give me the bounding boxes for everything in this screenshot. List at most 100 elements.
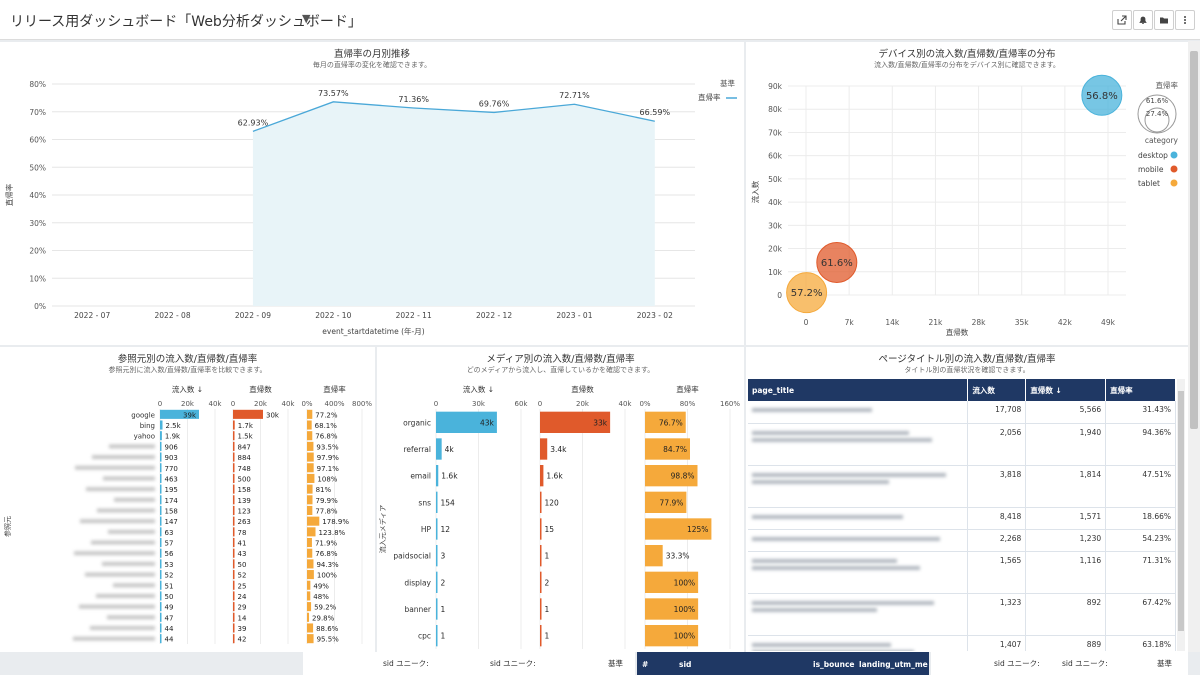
row-label: bing [140, 422, 155, 430]
y-tick-label: 50% [29, 163, 46, 172]
col-is-bounce[interactable]: is_bounce [813, 660, 855, 669]
bar [160, 537, 162, 548]
bar [307, 420, 312, 430]
row-label-blurred [73, 636, 155, 641]
x-tick-label: 14k [885, 318, 900, 327]
bar [436, 491, 438, 513]
bar [160, 505, 162, 516]
table-row[interactable]: 8,418 1,571 18.66% [748, 507, 1176, 530]
sid-unique-label: sid ユニーク: [490, 659, 536, 668]
bar [233, 431, 235, 441]
page-scrollbar[interactable] [1188, 41, 1200, 653]
axis-tick-label: 40k [619, 400, 633, 408]
folder-icon[interactable] [1154, 10, 1174, 30]
bar-value-label: 49% [313, 582, 329, 590]
bar-value-label: 30k [266, 411, 280, 419]
bar-value-label: 33k [593, 418, 608, 427]
row-label: yahoo [134, 433, 155, 441]
col-bounce-rate[interactable]: 直帰率 [1105, 379, 1176, 401]
row-label: referral [403, 445, 431, 454]
bar-value-label: 48% [313, 593, 329, 601]
axis-tick-label: 20k [254, 400, 268, 408]
bar-value-label: 97.1% [317, 465, 340, 473]
axis-tick-label: 80% [680, 400, 696, 408]
col-index[interactable]: # [642, 660, 648, 669]
category-legend-label: desktop [1138, 151, 1168, 160]
bar [233, 484, 235, 494]
table-row[interactable]: 1,565 1,116 71.31% [748, 551, 1176, 594]
bar-value-label: 178.9% [322, 518, 349, 526]
table-row[interactable]: 2,056 1,940 94.36% [748, 423, 1176, 466]
share-icon[interactable] [1112, 10, 1132, 30]
scroll-thumb[interactable] [1190, 51, 1198, 429]
bar-value-label: 44 [165, 625, 174, 633]
bar-value-label: 93.5% [316, 443, 339, 451]
column-header: 流入数 ↓ [463, 384, 494, 394]
inflow-cell: 2,056 [967, 423, 1027, 466]
bar-value-label: 195 [165, 486, 178, 494]
bar [436, 571, 438, 593]
col-bounce-count[interactable]: 直帰数 ↓ [1025, 379, 1107, 401]
table-row[interactable]: 3,818 1,814 47.51% [748, 465, 1176, 508]
bar-value-label: 77.2% [315, 411, 338, 419]
bar-value-label: 174 [165, 497, 179, 505]
bar [307, 537, 312, 548]
bar [233, 580, 235, 590]
bar [307, 495, 313, 505]
bar-value-label: 847 [238, 443, 251, 451]
page-title-cell-blurred [748, 465, 969, 508]
inflow-cell: 1,565 [967, 551, 1027, 594]
device-bubble-chart: 90k 80k 70k 60k 50k 40k 30k 20k 10k 0 0 7k 14k 21k 28k… [750, 74, 1179, 337]
x-tick-label: 49k [1101, 318, 1116, 327]
bar-value-label: 29.8% [312, 614, 335, 622]
page-title-panel: ページタイトル別の流入数/直帰数/直帰率 タイトル別の直帰状況を確認できます。 … [746, 347, 1188, 652]
bell-icon[interactable] [1133, 10, 1153, 30]
table-row[interactable]: 17,708 5,566 31.43% [748, 401, 1176, 424]
col-page-title[interactable]: page_title [748, 379, 969, 401]
bar [233, 623, 235, 633]
col-landing-utm[interactable]: landing_utm_me [859, 660, 928, 669]
y-tick-label: 20% [29, 247, 46, 256]
col-sid[interactable]: sid [679, 660, 691, 669]
bar-value-label: 1 [545, 552, 550, 561]
bar-value-label: 154 [441, 498, 456, 507]
bar-value-label: 884 [238, 454, 252, 462]
bar-value-label: 44 [165, 636, 174, 644]
bottom-strip: sid ユニーク: sid ユニーク: 基準 # sid is_bounce l… [0, 652, 1200, 675]
axis-tick-label: 0% [639, 400, 650, 408]
bounce-count-cell: 5,566 [1025, 401, 1107, 424]
bar-value-label: 94.3% [316, 561, 339, 569]
bar-value-label: 123.8% [319, 529, 346, 537]
bar-value-label: 29 [238, 604, 247, 612]
bar [160, 623, 162, 633]
bar [233, 602, 235, 612]
data-label: 72.71% [559, 91, 590, 100]
y-tick-label: 70% [29, 108, 46, 117]
bar [233, 612, 235, 622]
panel-subtitle: タイトル別の直帰状況を確認できます。 [904, 366, 1030, 374]
bar-value-label: 1.7k [238, 422, 254, 430]
inflow-cell: 2,268 [967, 529, 1027, 552]
table-row[interactable]: 1,323 892 67.42% [748, 593, 1176, 636]
bar [233, 409, 263, 419]
title-dropdown-icon[interactable]: ▼ [302, 12, 310, 25]
page-title-table-wrap[interactable]: page_title 流入数 直帰数 ↓ 直帰率 17,708 5,566 31.4… [748, 379, 1176, 651]
bar-value-label: 43 [238, 550, 247, 558]
y-tick-label: 50k [768, 175, 783, 184]
page-title-cell-blurred [748, 551, 969, 594]
sid-unique-label: sid ユニーク: [383, 659, 429, 668]
bounce-rate-cell: 54.23% [1105, 529, 1176, 552]
more-icon[interactable] [1175, 10, 1195, 30]
table-row[interactable]: 1,407 889 63.18% [748, 635, 1176, 651]
bar [160, 612, 162, 622]
axis-tick-label: 400% [324, 400, 344, 408]
row-label-blurred [86, 487, 155, 492]
row-label-blurred [79, 604, 155, 609]
row-label-blurred [75, 465, 155, 470]
bar-value-label: 78 [238, 529, 247, 537]
table-row[interactable]: 2,268 1,230 54.23% [748, 529, 1176, 552]
bar [160, 580, 162, 590]
bar-value-label: 1 [545, 632, 550, 641]
col-inflow[interactable]: 流入数 [967, 379, 1027, 401]
table-scrollbar[interactable] [1177, 379, 1185, 651]
